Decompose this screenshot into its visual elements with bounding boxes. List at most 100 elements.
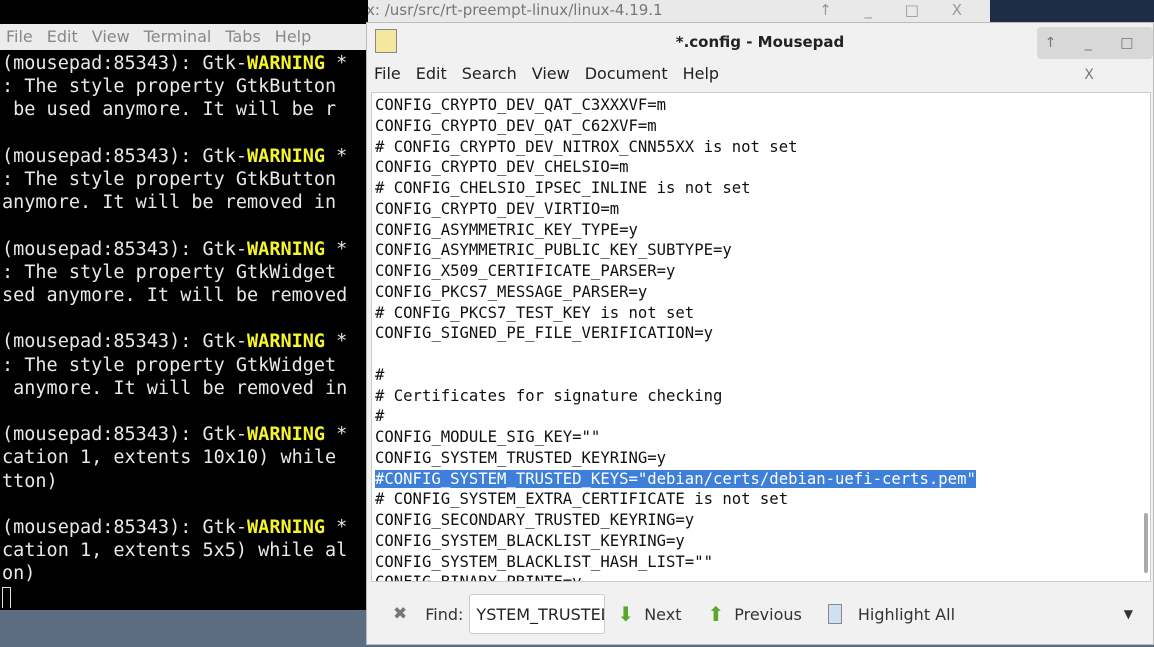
line-text: *: [325, 424, 348, 446]
line-text: sed anymore. It will be removed: [2, 285, 348, 307]
editor-line[interactable]: # CONFIG_CRYPTO_DEV_NITROX_CNN55XX is no…: [375, 137, 976, 158]
line-text: CONFIG_PKCS7_MESSAGE_PARSER=y: [375, 282, 648, 301]
line-text: *: [325, 53, 348, 74]
editor-line[interactable]: CONFIG_CRYPTO_DEV_QAT_C3XXXVF=m: [375, 95, 976, 116]
previous-button[interactable]: Previous: [734, 605, 802, 624]
editor-line[interactable]: CONFIG_CRYPTO_DEV_VIRTIO=m: [375, 199, 976, 220]
arrow-down-icon[interactable]: ⬇: [617, 602, 634, 626]
line-text: CONFIG_SECONDARY_TRUSTED_KEYRING=y: [375, 511, 695, 529]
menu-help[interactable]: Help: [676, 61, 727, 87]
line-text: (mousepad:85343): Gtk-: [2, 53, 248, 74]
line-text: : The style property GtkWidget: [2, 261, 337, 283]
terminal-line: (mousepad:85343): Gtk-WARNING *: [2, 52, 368, 75]
menu-document[interactable]: Document: [578, 61, 676, 87]
editor-line[interactable]: CONFIG_SYSTEM_TRUSTED_KEYRING=y: [375, 448, 976, 469]
terminal-line: (mousepad:85343): Gtk-WARNING *: [2, 423, 368, 446]
terminal-line: : The style property GtkWidget: [2, 261, 368, 284]
editor-line[interactable]: #: [375, 406, 976, 427]
terminal-window-controls[interactable]: ↑ _ □ X: [819, 0, 976, 20]
line-text: (mousepad:85343): Gtk-: [2, 424, 248, 446]
menu-view[interactable]: View: [525, 61, 578, 87]
editor-line[interactable]: #CONFIG_SYSTEM_TRUSTED_KEYS="debian/cert…: [375, 469, 976, 490]
warning-label: WARNING: [247, 53, 326, 74]
menu-search[interactable]: Search: [455, 61, 525, 87]
terminal-cursor: [2, 586, 11, 608]
editor-line[interactable]: CONFIG_PKCS7_MESSAGE_PARSER=y: [375, 282, 976, 303]
editor-line[interactable]: CONFIG_ASYMMETRIC_KEY_TYPE=y: [375, 220, 976, 241]
text-editor[interactable]: CONFIG_CRYPTO_DEV_QAT_C3XXXVF=m CONFIG_CR…: [371, 92, 1151, 582]
line-text: CONFIG_SIGNED_PE_FILE_VERIFICATION=y: [375, 324, 713, 343]
terminal-menu-edit[interactable]: Edit: [41, 24, 86, 50]
terminal-line: be used anymore. It will be r: [2, 98, 368, 121]
line-text: CONFIG_CRYPTO_DEV_QAT_C3XXXVF=m: [375, 96, 667, 114]
editor-line[interactable]: CONFIG_MODULE_SIG_KEY="": [375, 427, 976, 448]
editor-line[interactable]: CONFIG_SECONDARY_TRUSTED_KEYRING=y: [375, 510, 976, 531]
editor-line[interactable]: CONFIG_ASYMMETRIC_PUBLIC_KEY_SUBTYPE=y: [375, 240, 976, 261]
editor-line[interactable]: CONFIG_BINARY_PRINTF=y: [375, 572, 976, 581]
line-text: (mousepad:85343): Gtk-: [2, 238, 248, 260]
terminal-line: cation 1, extents 10x10) while: [2, 446, 368, 469]
scrollbar[interactable]: [1144, 513, 1148, 573]
terminal-line: : The style property GtkButton: [2, 168, 368, 191]
line-text: *: [325, 145, 348, 167]
editor-line[interactable]: [375, 344, 976, 365]
editor-line[interactable]: #: [375, 365, 976, 386]
terminal-line: : The style property GtkButton: [2, 75, 368, 98]
terminal-menu-tabs[interactable]: Tabs: [219, 24, 268, 50]
warning-label: WARNING: [247, 517, 326, 539]
line-text: cation 1, extents 5x5) while al: [2, 540, 348, 562]
line-text: be used anymore. It will be r: [2, 99, 337, 121]
terminal-line: sed anymore. It will be removed: [2, 284, 368, 307]
terminal-menu-view[interactable]: View: [86, 24, 138, 50]
line-text: CONFIG_SYSTEM_BLACKLIST_HASH_LIST="": [375, 552, 713, 571]
next-button[interactable]: Next: [644, 605, 681, 624]
highlight-icon[interactable]: [827, 604, 842, 624]
line-text: anymore. It will be removed in: [2, 377, 348, 399]
editor-line[interactable]: # Certificates for signature checking: [375, 386, 976, 407]
editor-line[interactable]: CONFIG_X509_CERTIFICATE_PARSER=y: [375, 261, 976, 282]
highlight-all-toggle[interactable]: Highlight All: [858, 605, 955, 624]
editor-line[interactable]: CONFIG_CRYPTO_DEV_QAT_C62XVF=m: [375, 116, 976, 137]
terminal-output[interactable]: (mousepad:85343): Gtk-WARNING *: The sty…: [0, 52, 368, 608]
terminal-menu-help[interactable]: Help: [269, 24, 319, 50]
line-text: # CONFIG_SYSTEM_EXTRA_CERTIFICATE is not…: [375, 490, 789, 509]
editor-line[interactable]: CONFIG_SYSTEM_BLACKLIST_HASH_LIST="": [375, 552, 976, 573]
line-text: # CONFIG_CHELSIO_IPSEC_INLINE is not set: [375, 179, 751, 197]
mousepad-menubar: File Edit Search View Document Help: [367, 61, 727, 87]
editor-line[interactable]: CONFIG_SYSTEM_BLACKLIST_KEYRING=y: [375, 531, 976, 552]
line-text: (mousepad:85343): Gtk-: [2, 145, 248, 167]
line-text: CONFIG_CRYPTO_DEV_VIRTIO=m: [375, 199, 620, 218]
editor-line[interactable]: # CONFIG_CHELSIO_IPSEC_INLINE is not set: [375, 178, 976, 199]
editor-line[interactable]: CONFIG_CRYPTO_DEV_CHELSIO=m: [375, 157, 976, 178]
terminal-line: (mousepad:85343): Gtk-WARNING *: [2, 516, 368, 539]
editor-line[interactable]: # CONFIG_PKCS7_TEST_KEY is not set: [375, 303, 976, 324]
terminal-menu-terminal[interactable]: Terminal: [138, 24, 220, 50]
line-text: : The style property GtkButton: [2, 76, 337, 98]
terminal-line: (mousepad:85343): Gtk-WARNING *: [2, 330, 368, 353]
terminal-line: on): [2, 562, 368, 585]
mousepad-window-controls[interactable]: ↑ _ □ X: [1037, 27, 1153, 83]
line-text: CONFIG_MODULE_SIG_KEY="": [375, 428, 601, 446]
line-text: #: [375, 407, 385, 426]
line-text: CONFIG_CRYPTO_DEV_CHELSIO=m: [375, 158, 629, 177]
line-text: on): [2, 563, 36, 585]
menu-edit[interactable]: Edit: [409, 61, 455, 87]
terminal-window: File Edit View Terminal Tabs Help (mousepad:8…: [0, 0, 368, 610]
mousepad-title: *.config - Mousepad: [675, 33, 845, 51]
arrow-up-icon[interactable]: ⬆: [707, 602, 724, 626]
line-text: cation 1, extents 10x10) while: [2, 447, 337, 469]
terminal-menu-file[interactable]: File: [0, 24, 41, 50]
terminal-line: tton): [2, 470, 368, 493]
editor-line[interactable]: CONFIG_SIGNED_PE_FILE_VERIFICATION=y: [375, 323, 976, 344]
editor-line[interactable]: # CONFIG_SYSTEM_EXTRA_CERTIFICATE is not…: [375, 489, 976, 510]
find-label: Find:: [425, 604, 464, 624]
chevron-down-icon[interactable]: ▼: [1124, 607, 1133, 621]
line-text: CONFIG_SYSTEM_TRUSTED_KEYRING=y: [375, 448, 667, 467]
menu-file[interactable]: File: [367, 61, 409, 87]
line-text: CONFIG_CRYPTO_DEV_QAT_C62XVF=m: [375, 116, 657, 135]
find-input[interactable]: [469, 594, 606, 634]
close-find-icon[interactable]: ✖: [393, 604, 407, 624]
